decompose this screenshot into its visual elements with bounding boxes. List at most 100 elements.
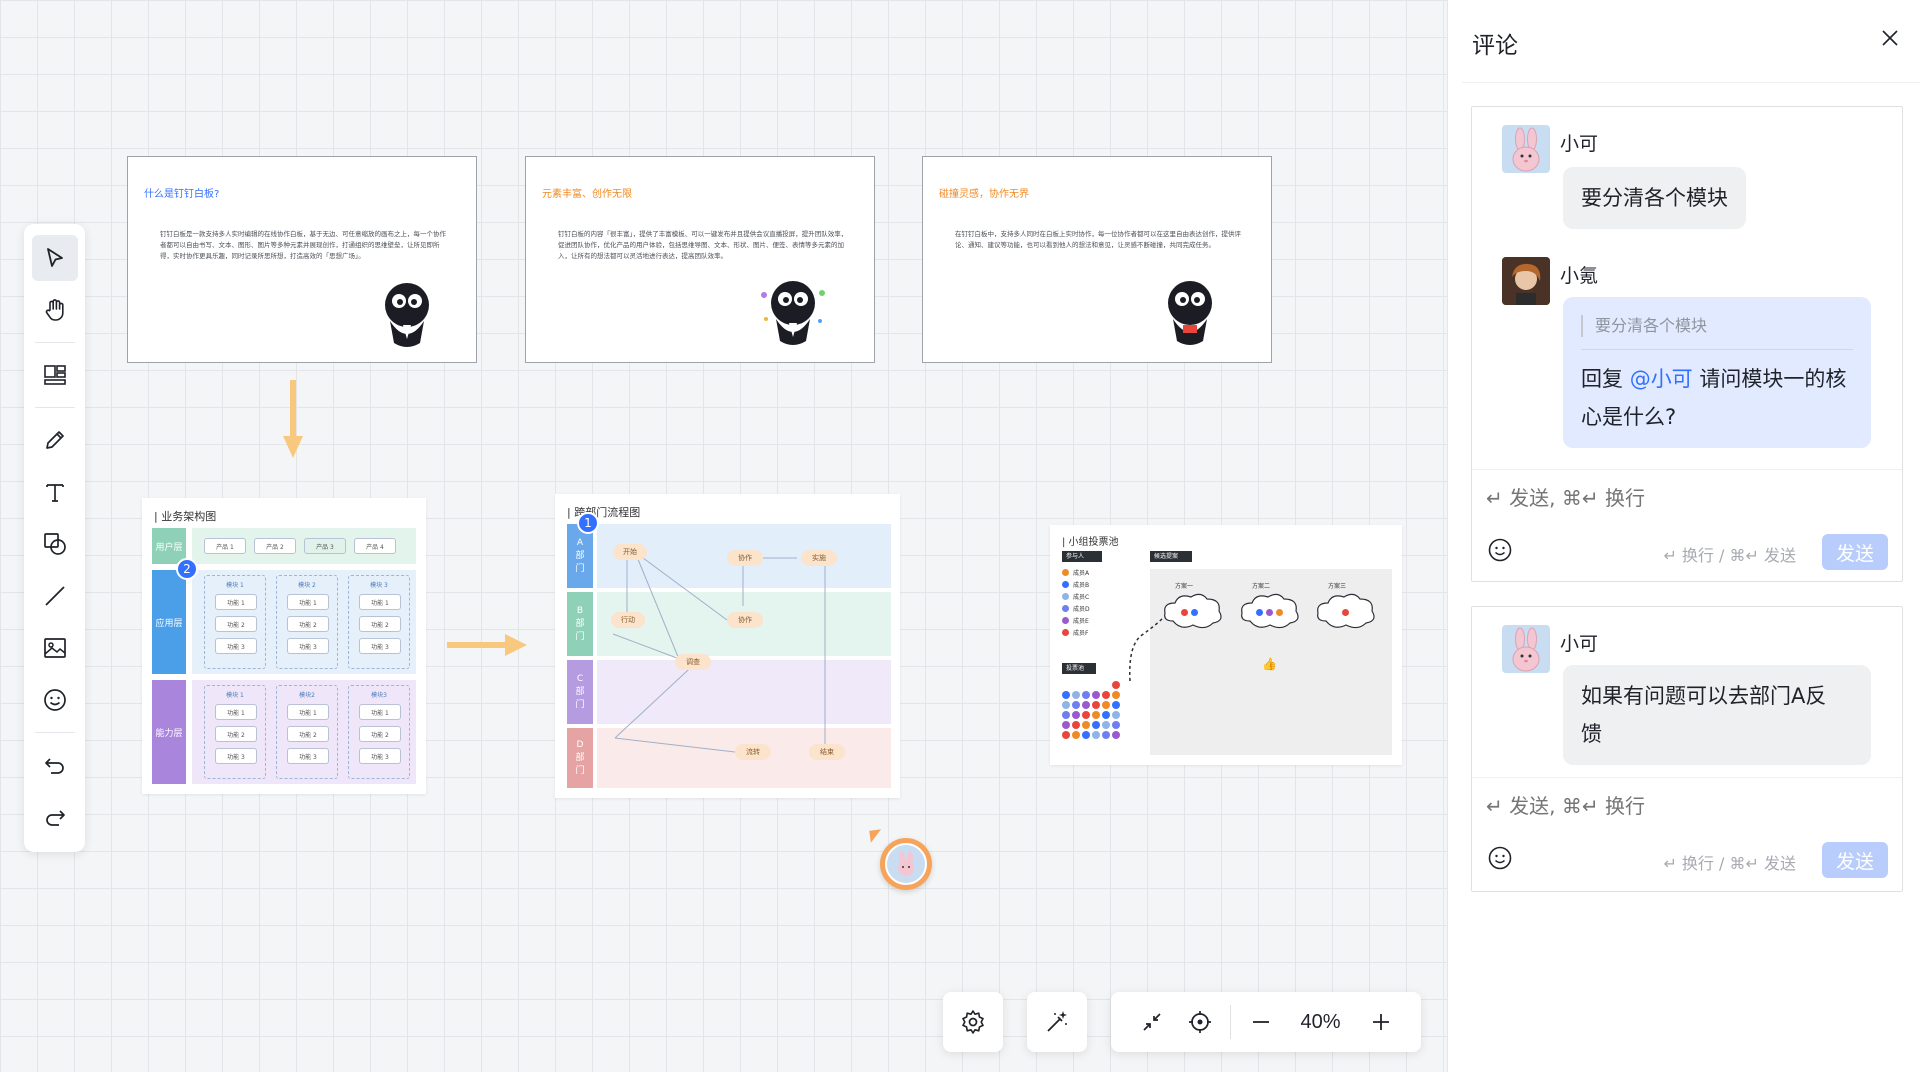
locate-button[interactable] [1176,998,1224,1046]
flow-node: 协作 [727,612,763,628]
template-tool[interactable] [32,352,78,398]
vote-token-icon[interactable] [1092,711,1100,719]
function-box: 功能 2 [287,616,329,632]
redo-button[interactable] [32,794,78,840]
vote-token-icon[interactable] [1112,691,1120,699]
collapse-icon [1142,1013,1161,1031]
whiteboard-canvas[interactable]: 什么是钉钉白板? 钉钉白板是一款支持多人实时编辑的在线协作白板，基于无边、可任意… [0,0,1447,1072]
vote-token-icon[interactable] [1112,701,1120,709]
plus-icon [1372,1014,1389,1030]
board-title: | 业务架构图 [154,510,217,523]
module-title: 模块 3 [370,582,388,589]
avatar [1502,125,1550,173]
vote-token-icon[interactable] [1062,731,1070,739]
architecture-diagram-board[interactable]: | 业务架构图 用户层 产品 1 产品 2 产品 3 产品 4 应用层 2 能力… [142,498,426,794]
vote-pool-board[interactable]: | 小组投票池 参与人 成员A 成员B 成员C 成员D 成员E 成员F 投票池 候选提案 … [1050,525,1402,765]
divider [1229,1005,1231,1039]
vote-token-icon[interactable] [1092,701,1100,709]
vote-token-icon[interactable] [1112,711,1120,719]
mention-link[interactable]: @小可 [1630,367,1693,391]
reply-body: 心是什么? [1581,405,1677,429]
settings-button[interactable] [949,998,997,1046]
vote-token-icon [1276,609,1283,616]
send-button[interactable]: 发送 [1822,534,1888,570]
vote-token-icon[interactable] [1112,681,1120,689]
product-box: 产品 3 [304,538,346,554]
vote-token-icon[interactable] [1112,721,1120,729]
function-box: 功能 2 [215,726,257,742]
product-box: 产品 4 [354,538,396,554]
vote-token-icon[interactable] [1062,711,1070,719]
vote-token-icon[interactable] [1102,731,1110,739]
vote-token-icon[interactable] [1082,701,1090,709]
vote-token-icon [1181,609,1188,616]
undo-button[interactable] [32,742,78,788]
vote-token-icon[interactable] [1072,721,1080,729]
vote-token-icon[interactable] [1062,701,1070,709]
vote-token-icon[interactable] [1082,711,1090,719]
vote-token-icon[interactable] [1092,721,1100,729]
slide-title: 碰撞灵感，协作无界 [939,189,1029,200]
image-icon [43,638,66,658]
text-tool[interactable] [32,469,78,515]
vote-token-icon[interactable] [1062,721,1070,729]
vote-token-icon[interactable] [1102,711,1110,719]
line-tool[interactable] [32,573,78,619]
target-icon [1188,1011,1211,1033]
option-label: 方案一 [1175,583,1194,590]
vote-token-icon[interactable] [1112,731,1120,739]
vote-token-icon[interactable] [1102,701,1110,709]
vote-token-icon[interactable] [1082,731,1090,739]
zoom-out-button[interactable] [1237,998,1285,1046]
vote-token-icon[interactable] [1102,721,1110,729]
emoji-icon[interactable] [1486,536,1514,564]
select-tool[interactable] [31,235,78,281]
vote-token-icon[interactable] [1072,711,1080,719]
text-icon [45,484,64,502]
participant-name: 成员C [1073,594,1090,601]
emoji-icon[interactable] [1486,844,1514,872]
zoom-level[interactable]: 40% [1285,1011,1357,1034]
flowchart-board[interactable]: | 跨部门流程图 A 部 门 B 部 门 C 部 门 D 部 门 1 开始 协作… [555,494,900,798]
participant-name: 成员B [1073,582,1090,589]
slide-card[interactable]: 碰撞灵感，协作无界 在钉钉白板中，支持多人同时在白板上实时协作，每一位协作者都可… [922,156,1272,363]
shape-tool[interactable] [32,521,78,567]
vote-token-icon[interactable] [1082,721,1090,729]
settings-control [943,992,1003,1052]
reply-input[interactable] [1486,794,1866,818]
vote-token-icon [1342,609,1349,616]
module-title: 模块3 [371,692,387,699]
participant-row: 成员D [1062,603,1122,614]
vote-token-icon[interactable] [1072,701,1080,709]
slide-card[interactable]: 元素丰富、创作无限 钉钉白板的内容「很丰富」，提供了丰富模板、可以一键发布并且提… [525,156,875,363]
vote-token-icon[interactable] [1072,691,1080,699]
participant-name: 成员A [1073,570,1090,577]
hand-tool[interactable] [32,287,78,333]
zoom-in-button[interactable] [1357,998,1405,1046]
vote-token-icon [1266,609,1273,616]
vote-token-icon[interactable] [1102,691,1110,699]
vote-token-icon[interactable] [1082,691,1090,699]
flow-node: 实施 [801,550,837,566]
module-group: 模块 2 功能 1 功能 2 功能 3 [276,575,338,669]
image-tool[interactable] [32,625,78,671]
options-label: 候选提案 [1150,551,1192,562]
slide-card[interactable]: 什么是钉钉白板? 钉钉白板是一款支持多人实时编辑的在线协作白板，基于无边、可任意… [127,156,477,363]
vote-dot-icon [1062,605,1069,612]
send-button[interactable]: 发送 [1822,842,1888,878]
pen-tool[interactable] [32,417,78,463]
vote-token-icon[interactable] [1062,691,1070,699]
comment-badge[interactable]: 2 [176,558,198,580]
vote-token-icon[interactable] [1092,731,1100,739]
reply-input[interactable] [1486,486,1866,510]
slide-text: 在钉钉白板中，支持多人同时在白板上实时协作，每一位协作者都可以在这里自由表达创作… [955,230,1241,249]
sticker-tool[interactable] [32,677,78,723]
collapse-button[interactable] [1128,998,1176,1046]
magic-wand-button[interactable] [1033,998,1081,1046]
participant-name: 成员D [1073,606,1090,613]
vote-token-icon[interactable] [1092,691,1100,699]
close-icon[interactable] [1878,26,1902,50]
votes-label: 投票池 [1062,663,1096,674]
mascot-illustration [385,283,429,347]
vote-token-icon[interactable] [1072,731,1080,739]
